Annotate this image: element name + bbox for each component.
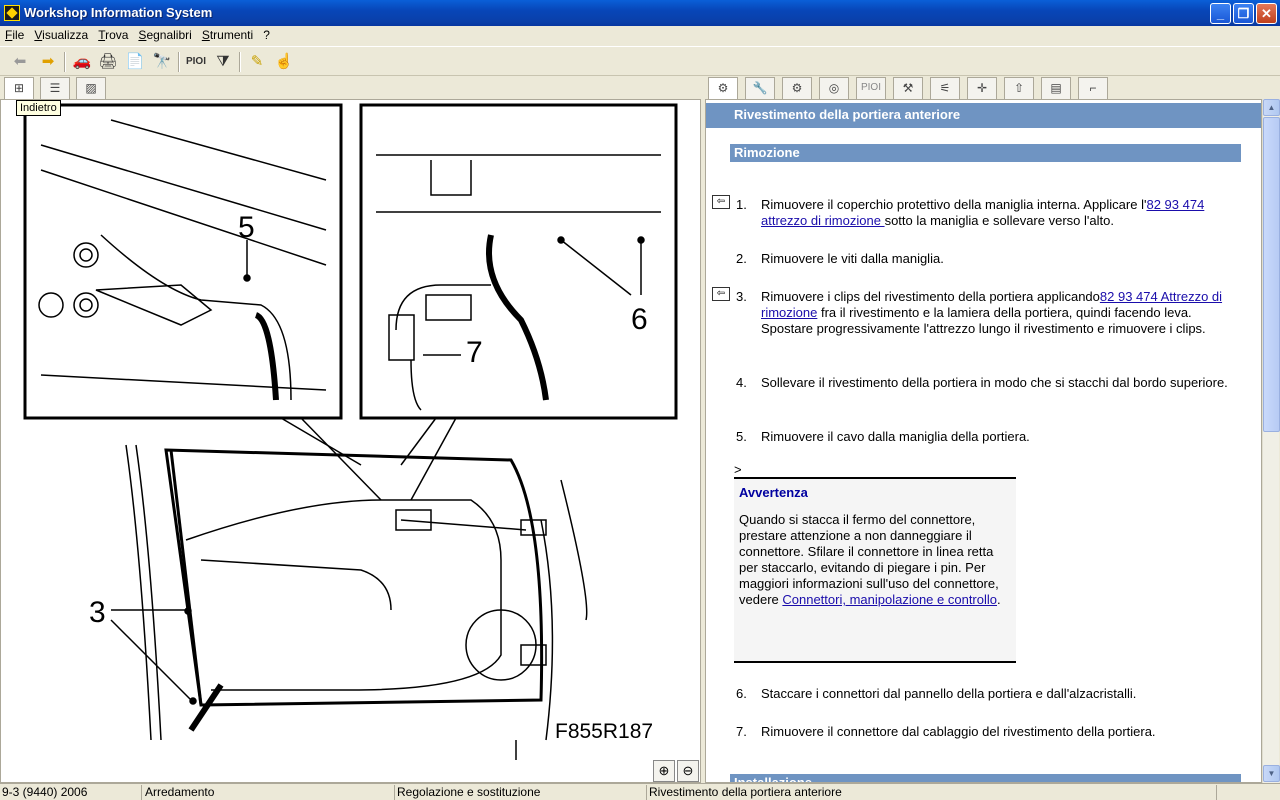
document-scrollbar[interactable]: ▲ ▼ [1262, 99, 1280, 783]
status-group: Arredamento [143, 785, 395, 800]
title-bar: Workshop Information System _ ❐ ✕ [0, 0, 1280, 26]
warning-box: Avvertenza Quando si stacca il fermo del… [734, 477, 1016, 663]
toolbar-separator [178, 52, 180, 72]
caret-marker: > [734, 462, 742, 477]
menu-segnalibri[interactable]: Segnalibri [133, 26, 196, 42]
menu-visualizza[interactable]: Visualizza [29, 26, 93, 42]
toolbar-separator [64, 52, 66, 72]
section-heading-rimozione: Rimozione [730, 144, 1241, 162]
back-tooltip: Indietro [16, 100, 61, 116]
figure-label: F855R187 [555, 720, 654, 743]
bracket-icon[interactable]: ⚟ [930, 77, 960, 99]
status-model: 9-3 (9440) 2006 [0, 785, 142, 800]
back-reference-icon[interactable]: ⇦ [712, 195, 730, 209]
status-bar: 9-3 (9440) 2006 Arredamento Regolazione … [0, 783, 1280, 800]
close-button[interactable]: ✕ [1256, 3, 1277, 24]
tools-icon[interactable]: ⚒ [893, 77, 923, 99]
pointer-help-icon[interactable]: ☝ [272, 51, 296, 73]
scroll-up-icon[interactable]: ▲ [1263, 99, 1280, 116]
menu-bar: File Visualizza Trova Segnalibri Strumenti? [0, 26, 1280, 45]
toolbar: ⬅ ➡ 🚗 🖨 📄 🔭 PIOI ⧩ ✎ ☝ [0, 46, 1280, 76]
warning-body: Quando si stacca il fermo del connettore… [739, 512, 1001, 607]
status-document: Rivestimento della portiera anteriore [647, 785, 1217, 800]
document-icon[interactable]: 📄 [123, 51, 147, 73]
zoom-in-icon[interactable]: ⊕ [653, 760, 675, 782]
binoculars-icon[interactable]: 🔭 [150, 51, 174, 73]
brake-icon[interactable]: ◎ [819, 77, 849, 99]
seat-icon[interactable]: ⌐ [1078, 77, 1108, 99]
document-title: Rivestimento della portiera anteriore [706, 103, 1261, 128]
warning-title: Avvertenza [739, 485, 808, 500]
window-title: Workshop Information System [24, 5, 213, 20]
status-category: Regolazione e sostituzione [395, 785, 647, 800]
back-reference-icon[interactable]: ⇦ [712, 287, 730, 301]
menu-help[interactable]: ? [258, 26, 275, 42]
car-icon[interactable]: 🚗 [70, 51, 94, 73]
callout-5: 5 [238, 211, 255, 244]
illustration-pane: 5 6 7 3 [0, 99, 701, 783]
filter-icon[interactable]: ⧩ [211, 51, 235, 73]
highlight-icon[interactable]: ✎ [245, 51, 269, 73]
callout-7: 7 [466, 336, 483, 369]
document-pane: Rivestimento della portiera anteriore Ri… [705, 99, 1262, 783]
callout-6: 6 [631, 303, 648, 336]
back-arrow-icon[interactable]: ⬅ [8, 51, 32, 73]
gears-icon[interactable]: ⚙ [782, 77, 812, 99]
lift-icon[interactable]: ⇧ [1004, 77, 1034, 99]
tree-view-icon[interactable]: ⊞ [4, 77, 34, 99]
toolbar-separator [239, 52, 241, 72]
menu-trova[interactable]: Trova [93, 26, 133, 42]
pioi-tab[interactable]: PIOI [856, 77, 886, 99]
section-heading-installazione: Installazione [730, 774, 1241, 782]
door-trim-illustration: 5 6 7 3 [23, 103, 678, 760]
diagnostic-icon[interactable]: ▤ [1041, 77, 1071, 99]
crosshair-icon[interactable]: ✛ [967, 77, 997, 99]
print-icon[interactable]: 🖨 [96, 51, 120, 73]
minimize-button[interactable]: _ [1210, 3, 1231, 24]
callout-3: 3 [89, 596, 106, 629]
scroll-down-icon[interactable]: ▼ [1263, 765, 1280, 782]
list-view-icon[interactable]: ☰ [40, 77, 70, 99]
scroll-thumb[interactable] [1263, 117, 1280, 432]
maximize-button[interactable]: ❐ [1233, 3, 1254, 24]
connectors-link[interactable]: Connettori, manipolazione e controllo [782, 592, 997, 607]
menu-file[interactable]: File [0, 26, 29, 42]
pioi-button[interactable]: PIOI [184, 51, 208, 73]
app-logo-icon [4, 5, 20, 21]
engine-icon[interactable]: ⚙ [708, 77, 738, 99]
menu-strumenti[interactable]: Strumenti [197, 26, 258, 42]
image-view-icon[interactable]: ▨ [76, 77, 106, 99]
zoom-out-icon[interactable]: ⊖ [677, 760, 699, 782]
forward-arrow-icon[interactable]: ➡ [36, 51, 60, 73]
wrench-icon[interactable]: 🔧 [745, 77, 775, 99]
